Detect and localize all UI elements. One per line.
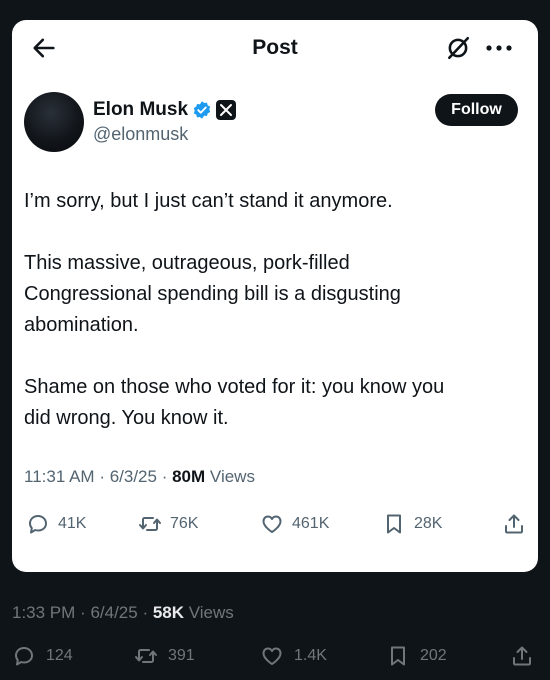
post-header: Post xyxy=(12,20,538,76)
outer-like-count: 1.4K xyxy=(294,647,327,664)
outer-like-button[interactable]: 1.4K xyxy=(260,644,327,668)
like-button[interactable]: 461K xyxy=(260,512,329,536)
outer-bookmark-count: 202 xyxy=(420,647,447,664)
outer-action-bar: 124 391 1.4K 202 xyxy=(0,640,550,672)
heart-icon xyxy=(262,515,282,533)
avatar[interactable] xyxy=(24,92,84,152)
share-icon xyxy=(505,514,523,534)
post-paragraph: I’m sorry, but I just can’t stand it any… xyxy=(24,190,393,212)
outer-reply-count: 124 xyxy=(46,647,73,664)
quoted-post-card[interactable]: Post Elon Musk @elonmusk Follow I’m sorr… xyxy=(12,20,538,572)
outer-share-button[interactable] xyxy=(510,644,534,668)
post-paragraph: This massive, outrageous, pork-filled Co… xyxy=(24,252,401,336)
outer-views-label: Views xyxy=(188,603,234,622)
x-logo-icon xyxy=(216,100,237,120)
heart-icon xyxy=(262,647,282,665)
bookmark-icon xyxy=(387,514,401,534)
views-count: 80M xyxy=(172,467,206,486)
outer-post-date[interactable]: 6/4/25 xyxy=(90,603,137,622)
repost-button[interactable]: 76K xyxy=(138,512,198,536)
bookmark-button[interactable]: 28K xyxy=(382,512,442,536)
repost-icon xyxy=(135,649,157,663)
follow-button[interactable]: Follow xyxy=(435,94,518,126)
repost-icon xyxy=(139,517,161,531)
author-handle[interactable]: @elonmusk xyxy=(93,124,188,145)
share-button[interactable] xyxy=(502,512,526,536)
post-action-bar: 41K 76K 461K 28K xyxy=(12,506,538,542)
bookmark-icon xyxy=(391,646,405,666)
reply-count: 41K xyxy=(58,515,87,532)
post-text: I’m sorry, but I just can’t stand it any… xyxy=(24,186,524,434)
post-time[interactable]: 11:31 AM xyxy=(24,467,95,486)
verified-badge-icon xyxy=(193,101,211,119)
post-meta: 11:31 AM · 6/3/25 · 80M Views xyxy=(24,467,255,486)
outer-views-count: 58K xyxy=(152,603,185,622)
author-name[interactable]: Elon Musk xyxy=(93,99,188,121)
outer-post-time[interactable]: 1:33 PM xyxy=(12,603,75,622)
post-paragraph: Shame on those who voted for it: you kno… xyxy=(24,376,445,429)
outer-repost-count: 391 xyxy=(168,647,195,664)
views-label: Views xyxy=(209,467,255,486)
like-count: 461K xyxy=(292,515,330,532)
author-name-row: Elon Musk xyxy=(93,98,237,122)
grok-icon[interactable] xyxy=(445,34,471,62)
outer-bookmark-button[interactable]: 202 xyxy=(386,644,447,668)
more-options-icon[interactable] xyxy=(482,36,516,60)
outer-reply-button[interactable]: 124 xyxy=(12,644,73,668)
reply-button[interactable]: 41K xyxy=(26,512,86,536)
bookmark-count: 28K xyxy=(414,515,443,532)
post-date[interactable]: 6/3/25 xyxy=(110,467,157,486)
share-icon xyxy=(513,646,531,666)
reply-icon xyxy=(15,647,33,666)
repost-count: 76K xyxy=(170,515,199,532)
outer-repost-button[interactable]: 391 xyxy=(134,644,195,668)
outer-post-meta: 1:33 PM · 6/4/25 · 58K Views xyxy=(12,603,234,622)
reply-icon xyxy=(29,515,47,534)
